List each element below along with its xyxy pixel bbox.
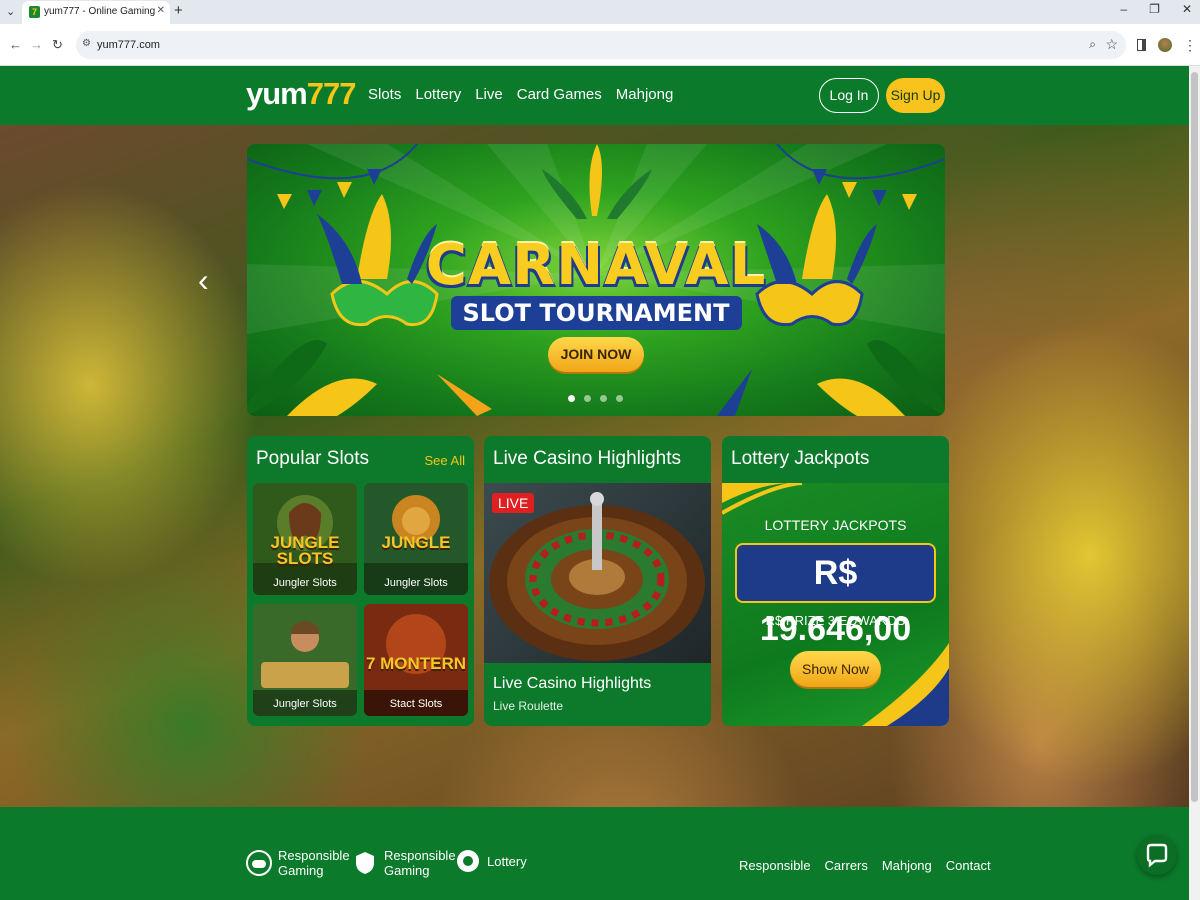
lottery-panel: Lottery Jackpots LOTTERY JACKPOTS R$ 19.… — [722, 436, 949, 726]
see-all-link[interactable]: See All — [425, 453, 465, 468]
site-footer: Responsible Gaming Responsible Gaming Lott… — [0, 807, 1189, 900]
jackpot-amount: R$ 19.646,00 — [735, 543, 936, 648]
slot-name: Jungler Slots — [273, 698, 337, 710]
site-info-icon[interactable]: ⚙ — [82, 38, 91, 49]
banner-title: CARNAVAL — [425, 233, 767, 298]
join-now-button[interactable]: JOIN NOW — [548, 337, 644, 372]
slot-card[interactable]: Jungler Slots — [253, 604, 357, 716]
scroll-thumb[interactable] — [1191, 72, 1198, 802]
main-nav: Slots Lottery Live Card Games Mahjong — [368, 86, 673, 103]
restore-icon[interactable]: ❐ — [1149, 2, 1160, 16]
footer-links: Responsible Carrers Mahjong Contact — [739, 858, 991, 873]
star-icon[interactable]: ☆ — [1105, 36, 1118, 53]
new-tab-icon[interactable]: + — [174, 2, 183, 19]
panel-title: Live Casino Highlights — [493, 448, 681, 469]
slot-logo: JUNGLE SLOTS — [270, 533, 340, 568]
lottery-ball-icon — [457, 850, 479, 872]
back-icon[interactable]: ← — [9, 37, 22, 52]
slot-card[interactable]: JUNGLE SLOTS Jungler Slots — [253, 483, 357, 595]
carnaval-banner[interactable]: CARNAVAL SLOT TOURNAMENT JOIN NOW — [247, 144, 945, 416]
forward-icon[interactable]: → — [30, 37, 43, 52]
banner-subtitle-wrap: SLOT TOURNAMENT — [247, 296, 945, 330]
footer-badge[interactable]: Responsible Gaming — [352, 848, 456, 878]
carousel-dot[interactable] — [616, 395, 623, 402]
jackpot-card: LOTTERY JACKPOTS R$ 19.646,00 R$ PRIZE 3… — [722, 483, 949, 726]
slot-name: Stact Slots — [389, 698, 443, 710]
kebab-menu-icon[interactable]: ⋮ — [1183, 37, 1197, 54]
url-text[interactable]: yum777.com — [97, 39, 160, 51]
footer-link-careers[interactable]: Carrers — [825, 858, 868, 873]
site-logo[interactable]: yum777 — [246, 76, 356, 112]
window-controls: – ❐ ✕ — [1120, 2, 1192, 16]
slot-name: Jungler Slots — [384, 577, 448, 589]
chat-button[interactable] — [1137, 835, 1177, 875]
live-casino-sub: Live Roulette — [493, 699, 564, 713]
tab-list-icon[interactable]: ⌄ — [6, 5, 15, 18]
slot-name: Jungler Slots — [273, 577, 337, 589]
live-badge: LIVE — [492, 493, 535, 513]
slot-card[interactable]: 7 MONTERN Stact Slots — [364, 604, 468, 716]
sidebar-icon[interactable] — [1137, 39, 1146, 51]
roulette-image[interactable]: LIVE — [484, 483, 711, 663]
address-bar: ← → ↻ ⚙ yum777.com ⌕ ☆ — [0, 24, 1200, 66]
tab-title: yum777 - Online Gaming Sits — [44, 6, 156, 17]
panel-title: Popular Slots — [256, 448, 370, 469]
nav-mahjong[interactable]: Mahjong — [616, 86, 674, 103]
carousel-dot[interactable] — [584, 395, 591, 402]
footer-link-mahjong[interactable]: Mahjong — [882, 858, 932, 873]
show-now-button[interactable]: Show Now — [790, 651, 881, 687]
close-icon[interactable]: ✕ — [157, 5, 165, 16]
zoom-icon[interactable]: ⌕ — [1089, 37, 1096, 52]
banner-subtitle: SLOT TOURNAMENT — [450, 296, 742, 330]
slot-logo: JUNGLE — [381, 533, 451, 552]
shield-icon — [356, 852, 374, 874]
signup-button[interactable]: Sign Up — [886, 78, 945, 113]
carousel-dot[interactable] — [600, 395, 607, 402]
gamepad-icon — [246, 850, 272, 876]
profile-avatar[interactable] — [1158, 38, 1172, 52]
live-casino-label[interactable]: Live Casino Highlights — [493, 675, 651, 693]
carousel-dots — [568, 395, 623, 402]
live-casino-panel: Live Casino Highlights LIVE Live Casino … — [484, 436, 711, 726]
panel-title: Lottery Jackpots — [731, 448, 870, 469]
footer-badge[interactable]: Responsible Gaming — [246, 848, 350, 878]
login-button[interactable]: Log In — [819, 78, 879, 113]
nav-slots[interactable]: Slots — [368, 86, 401, 103]
site-header: yum777 Slots Lottery Live Card Games Mah… — [0, 66, 1189, 125]
footer-badge[interactable]: Lottery — [455, 848, 527, 874]
browser-tab[interactable]: 7 yum777 - Online Gaming Sits ✕ — [22, 1, 170, 24]
window-close-icon[interactable]: ✕ — [1182, 2, 1192, 16]
footer-link-contact[interactable]: Contact — [946, 858, 991, 873]
nav-live[interactable]: Live — [475, 86, 503, 103]
url-field[interactable]: ⚙ yum777.com ⌕ ☆ — [76, 31, 1126, 59]
jackpot-prize: R$ PRIZE 3 EOWARDS — [765, 613, 906, 628]
footer-link-responsible[interactable]: Responsible — [739, 858, 811, 873]
jackpot-heading: LOTTERY JACKPOTS — [764, 517, 907, 533]
browser-tab-strip: ⌄ 7 yum777 - Online Gaming Sits ✕ + – ❐ … — [0, 0, 1200, 24]
slot-logo: 7 MONTERN — [365, 654, 467, 673]
popular-slots-panel: Popular Slots See All JUNGLE SLOTS Jungl… — [247, 436, 474, 726]
minimize-icon[interactable]: – — [1120, 2, 1127, 16]
nav-card-games[interactable]: Card Games — [517, 86, 602, 103]
chat-icon — [1146, 843, 1168, 868]
carousel-prev-icon[interactable]: ‹ — [198, 262, 209, 299]
page-scrollbar[interactable] — [1189, 66, 1200, 900]
carousel-dot[interactable] — [568, 395, 575, 402]
nav-lottery[interactable]: Lottery — [415, 86, 461, 103]
slot-card[interactable]: JUNGLE Jungler Slots — [364, 483, 468, 595]
reload-icon[interactable]: ↻ — [52, 37, 63, 53]
favicon: 7 — [29, 6, 40, 18]
